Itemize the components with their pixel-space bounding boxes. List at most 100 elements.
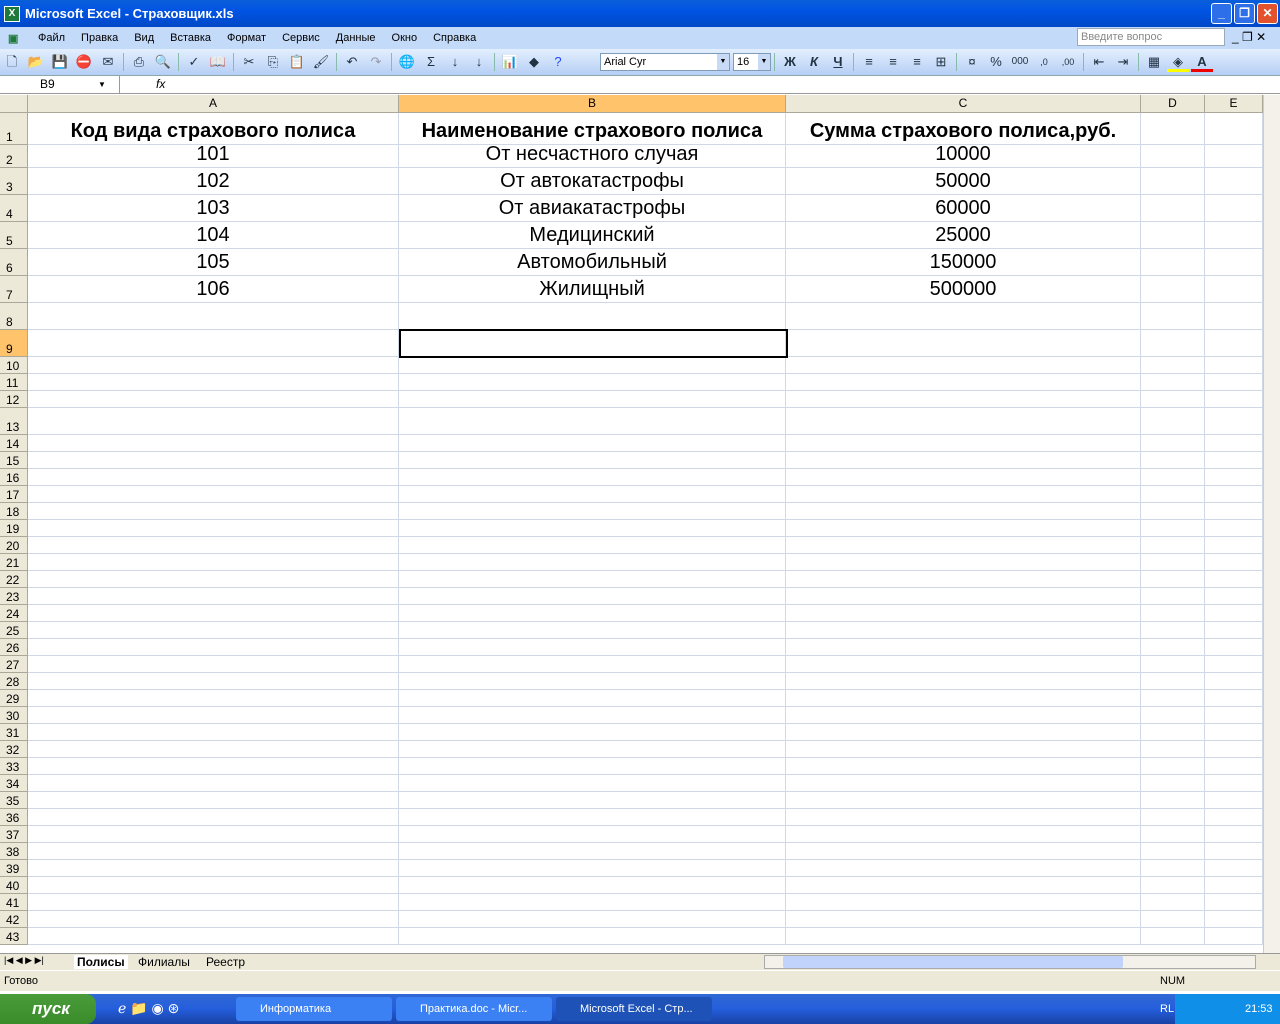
formula-bar[interactable]: [0, 76, 1280, 94]
align-left-icon[interactable]: ≡: [858, 52, 880, 72]
cell[interactable]: [786, 391, 1141, 408]
cell[interactable]: [28, 622, 399, 639]
cell[interactable]: [1205, 707, 1263, 724]
cell[interactable]: [399, 690, 786, 707]
cell[interactable]: [786, 860, 1141, 877]
cell[interactable]: [1141, 222, 1205, 249]
cell[interactable]: 500000: [786, 276, 1141, 303]
cell[interactable]: [786, 622, 1141, 639]
cell[interactable]: [786, 775, 1141, 792]
row-header[interactable]: 18: [0, 503, 28, 520]
cell[interactable]: [28, 605, 399, 622]
cell[interactable]: [399, 843, 786, 860]
cell[interactable]: [1205, 374, 1263, 391]
align-right-icon[interactable]: ≡: [906, 52, 928, 72]
function-icon[interactable]: fx: [156, 77, 165, 91]
row-header[interactable]: 28: [0, 673, 28, 690]
cell[interactable]: [786, 469, 1141, 486]
cell[interactable]: [1205, 145, 1263, 168]
cell[interactable]: [786, 758, 1141, 775]
cell[interactable]: [1141, 741, 1205, 758]
cell[interactable]: [786, 843, 1141, 860]
cell[interactable]: [1205, 276, 1263, 303]
underline-button[interactable]: Ч: [827, 52, 849, 72]
cell[interactable]: [28, 775, 399, 792]
cell[interactable]: [1205, 639, 1263, 656]
cell[interactable]: [28, 911, 399, 928]
menu-tools[interactable]: Сервис: [282, 32, 320, 44]
cell[interactable]: [1205, 195, 1263, 222]
font-name-select[interactable]: Arial Cyr ▼: [600, 53, 730, 71]
decrease-decimal-icon[interactable]: ,00: [1057, 52, 1079, 72]
cell[interactable]: Код вида страхового полиса: [28, 113, 399, 145]
language-indicator[interactable]: RL: [1160, 1003, 1174, 1015]
cell[interactable]: [786, 741, 1141, 758]
task-excel[interactable]: Microsoft Excel - Стр...: [556, 997, 712, 1021]
cell[interactable]: [28, 391, 399, 408]
cell[interactable]: [1205, 758, 1263, 775]
cell[interactable]: [1205, 605, 1263, 622]
cell[interactable]: [1141, 860, 1205, 877]
cell[interactable]: 104: [28, 222, 399, 249]
cell[interactable]: [1141, 469, 1205, 486]
cell[interactable]: [786, 357, 1141, 374]
doc-minimize-button[interactable]: _ ❐ ✕: [1232, 30, 1266, 44]
cell[interactable]: [1141, 877, 1205, 894]
cell[interactable]: [786, 520, 1141, 537]
row-header[interactable]: 23: [0, 588, 28, 605]
merge-center-icon[interactable]: ⊞: [930, 52, 952, 72]
cell[interactable]: [786, 639, 1141, 656]
row-header[interactable]: 15: [0, 452, 28, 469]
start-button[interactable]: пуск: [0, 994, 96, 1024]
menu-format[interactable]: Формат: [227, 32, 266, 44]
cell[interactable]: [786, 486, 1141, 503]
cell[interactable]: [399, 826, 786, 843]
cell[interactable]: [399, 374, 786, 391]
cell[interactable]: [28, 520, 399, 537]
cell[interactable]: [786, 928, 1141, 945]
cell[interactable]: [399, 775, 786, 792]
menu-insert[interactable]: Вставка: [170, 32, 211, 44]
cell[interactable]: [28, 408, 399, 435]
cell[interactable]: [1141, 303, 1205, 330]
cell[interactable]: [1205, 249, 1263, 276]
bold-button[interactable]: Ж: [779, 52, 801, 72]
cell[interactable]: [399, 673, 786, 690]
cell[interactable]: [1141, 357, 1205, 374]
cell[interactable]: [1141, 673, 1205, 690]
cell[interactable]: [1205, 520, 1263, 537]
cell[interactable]: [1141, 145, 1205, 168]
row-header[interactable]: 33: [0, 758, 28, 775]
cell[interactable]: [1205, 809, 1263, 826]
cell[interactable]: [399, 588, 786, 605]
cell[interactable]: [1141, 571, 1205, 588]
menu-window[interactable]: Окно: [392, 32, 418, 44]
save-icon[interactable]: 💾: [49, 52, 71, 72]
cell[interactable]: [28, 741, 399, 758]
cell[interactable]: [786, 605, 1141, 622]
chevron-down-icon[interactable]: ▼: [98, 76, 106, 93]
row-header[interactable]: 19: [0, 520, 28, 537]
cell[interactable]: [786, 826, 1141, 843]
cell[interactable]: [1141, 656, 1205, 673]
cell[interactable]: [28, 452, 399, 469]
row-header[interactable]: 38: [0, 843, 28, 860]
cell[interactable]: [28, 826, 399, 843]
row-header[interactable]: 7: [0, 276, 28, 303]
cell[interactable]: [1205, 894, 1263, 911]
cell[interactable]: [1141, 113, 1205, 145]
cell[interactable]: [1205, 503, 1263, 520]
redo-icon[interactable]: ↷: [365, 52, 387, 72]
cell[interactable]: [1141, 690, 1205, 707]
cell[interactable]: Медицинский: [399, 222, 786, 249]
drawing-icon[interactable]: ◆: [523, 52, 545, 72]
cell[interactable]: 102: [28, 168, 399, 195]
row-header[interactable]: 26: [0, 639, 28, 656]
cell[interactable]: [28, 503, 399, 520]
cell[interactable]: Наименование страхового полиса: [399, 113, 786, 145]
cell[interactable]: [1141, 707, 1205, 724]
cell[interactable]: [1141, 843, 1205, 860]
cell[interactable]: [1205, 724, 1263, 741]
menu-view[interactable]: Вид: [134, 32, 154, 44]
cell[interactable]: [28, 758, 399, 775]
